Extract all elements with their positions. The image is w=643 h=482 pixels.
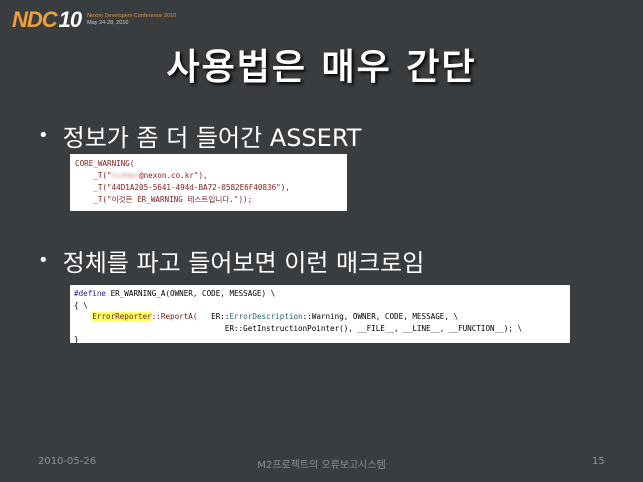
bullet-text-2: 정체를 파고 들어보면 이런 매크로임 [62, 249, 425, 277]
code-line: { \ [74, 300, 88, 310]
ndc-logo: NDC10 Nexon Developers Conference 2010 M… [12, 9, 176, 31]
code-text: ER:: [197, 312, 230, 321]
code-highlight: ErrorReporter [92, 312, 152, 321]
logo-sub-line1: Nexon Developers Conference 2010 [87, 13, 177, 19]
code-line: ER::GetInstructionPointer(), __FILE__, _… [74, 323, 523, 333]
code-line: CORE_WARNING( [75, 159, 135, 168]
code-line: #define ER_WARNING_A(OWNER, CODE, MESSAG… [74, 288, 566, 300]
code-line: } [74, 335, 79, 344]
bullet-dot-icon: • [38, 250, 49, 271]
logo-sub-line2: May 24-28, 2010 [87, 20, 129, 26]
code-text: _T(" [75, 171, 112, 180]
code-text: ::Warning, OWNER, CODE, MESSAGE, \ [302, 312, 459, 321]
code-text: @nexon.co.kr"), [139, 171, 208, 180]
code-text: ER_WARNING_A(OWNER, CODE, MESSAGE) \ [106, 289, 276, 298]
bullet-dot-icon: • [38, 125, 49, 146]
code-class: ErrorDescription [229, 312, 303, 321]
logo-number: 10 [58, 7, 83, 32]
code-text: ::ReportA( [151, 312, 198, 321]
footer-title: M2프로젝트의 오류보고시스템 [257, 460, 386, 471]
code-line: _T("44D1A205-5641-494d-BA72-0582E6F40836… [75, 183, 290, 192]
code-snippet-macro: #define ER_WARNING_A(OWNER, CODE, MESSAG… [70, 285, 570, 344]
slide-title: 사용법은 매우 간단 [166, 47, 477, 88]
bullet-text-1: 정보가 좀 더 들어간 ASSERT [62, 124, 362, 152]
logo-mark: NDC10 [12, 7, 83, 32]
redacted-email: hidden [111, 171, 140, 180]
logo-ndc: NDC [12, 7, 58, 32]
code-line: _T("hidden@nexon.co.kr"), [75, 170, 342, 182]
bullet-item-2: • 정체를 파고 들어보면 이런 매크로임 [38, 243, 424, 278]
page-number: 15 [592, 456, 605, 467]
code-line: ErrorReporter::ReportA( ER::ErrorDescrip… [74, 311, 566, 323]
code-keyword: #define [74, 289, 107, 298]
logo-subtitle: Nexon Developers Conference 2010 May 24-… [87, 13, 176, 27]
code-line: _T("이것은 ER_WARNING 테스트입니다.")); [75, 195, 253, 204]
code-snippet-usage: CORE_WARNING( _T("hidden@nexon.co.kr"), … [70, 154, 347, 211]
bullet-item-1: • 정보가 좀 더 들어간 ASSERT [38, 118, 361, 153]
